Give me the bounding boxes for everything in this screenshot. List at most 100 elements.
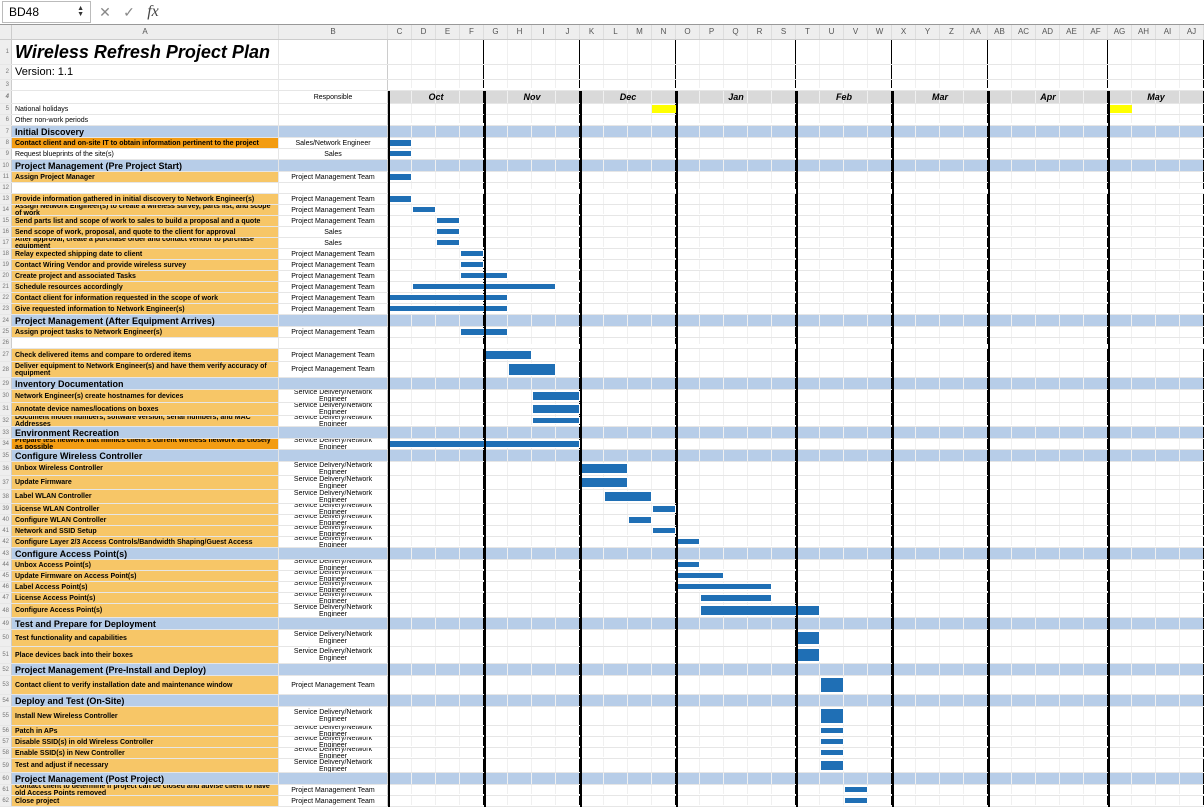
- responsible-cell[interactable]: Service Delivery/Network Engineer: [279, 403, 388, 415]
- responsible-cell[interactable]: Service Delivery/Network Engineer: [279, 416, 388, 426]
- task-name-cell[interactable]: Check delivered items and compare to ord…: [12, 349, 279, 361]
- gantt-bar[interactable]: [676, 561, 700, 568]
- col-header-b[interactable]: B: [279, 25, 388, 39]
- col-header-ah[interactable]: AH: [1132, 25, 1156, 39]
- col-header-e[interactable]: E: [436, 25, 460, 39]
- responsible-cell[interactable]: Sales: [279, 238, 388, 248]
- responsible-cell[interactable]: Project Management Team: [279, 194, 388, 204]
- col-header-l[interactable]: L: [604, 25, 628, 39]
- task-name-cell[interactable]: Prepare test network that mimics client'…: [12, 439, 279, 449]
- responsible-cell[interactable]: [279, 80, 388, 90]
- responsible-cell[interactable]: [279, 664, 388, 675]
- task-name-cell[interactable]: Initial Discovery: [12, 126, 279, 137]
- formula-input[interactable]: [167, 2, 1204, 22]
- row-header[interactable]: 55: [0, 707, 12, 725]
- task-name-cell[interactable]: Unbox Wireless Controller: [12, 462, 279, 475]
- row-header[interactable]: 52: [0, 664, 12, 675]
- task-name-cell[interactable]: Other non-work periods: [12, 115, 279, 125]
- task-name-cell[interactable]: Send scope of work, proposal, and quote …: [12, 227, 279, 237]
- responsible-cell[interactable]: [279, 427, 388, 438]
- task-name-cell[interactable]: [12, 338, 279, 348]
- row-header[interactable]: 57: [0, 737, 12, 747]
- task-name-cell[interactable]: Give requested information to Network En…: [12, 304, 279, 314]
- task-name-cell[interactable]: Install New Wireless Controller: [12, 707, 279, 725]
- responsible-cell[interactable]: [279, 450, 388, 461]
- task-name-cell[interactable]: Test functionality and capabilities: [12, 630, 279, 646]
- task-name-cell[interactable]: Document model numbers, software version…: [12, 416, 279, 426]
- gantt-bar[interactable]: [484, 350, 532, 360]
- gantt-bar[interactable]: [412, 206, 436, 213]
- responsible-cell[interactable]: Service Delivery/Network Engineer: [279, 462, 388, 475]
- task-name-cell[interactable]: Configure Wireless Controller: [12, 450, 279, 461]
- cell-ref-stepper[interactable]: ▲ ▼: [77, 6, 84, 18]
- task-name-cell[interactable]: Contact client for information requested…: [12, 293, 279, 303]
- col-header-ab[interactable]: AB: [988, 25, 1012, 39]
- row-header[interactable]: 7: [0, 126, 12, 137]
- col-header-z[interactable]: Z: [940, 25, 964, 39]
- responsible-cell[interactable]: Service Delivery/Network Engineer: [279, 571, 388, 581]
- responsible-cell[interactable]: Service Delivery/Network Engineer: [279, 630, 388, 646]
- col-header-x[interactable]: X: [892, 25, 916, 39]
- responsible-cell[interactable]: [279, 618, 388, 629]
- col-header-g[interactable]: G: [484, 25, 508, 39]
- gantt-bar[interactable]: [796, 631, 820, 645]
- gantt-bar[interactable]: [652, 527, 676, 534]
- row-header[interactable]: 17: [0, 238, 12, 248]
- row-header[interactable]: 27: [0, 349, 12, 361]
- responsible-cell[interactable]: Service Delivery/Network Engineer: [279, 526, 388, 536]
- gantt-bar[interactable]: [532, 391, 580, 401]
- row-header[interactable]: 39: [0, 504, 12, 514]
- col-header-r[interactable]: R: [748, 25, 772, 39]
- gantt-bar[interactable]: [388, 294, 508, 301]
- responsible-cell[interactable]: Project Management Team: [279, 172, 388, 182]
- responsible-cell[interactable]: Service Delivery/Network Engineer: [279, 515, 388, 525]
- gantt-bar[interactable]: [820, 708, 844, 724]
- responsible-cell[interactable]: Service Delivery/Network Engineer: [279, 560, 388, 570]
- responsible-cell[interactable]: Service Delivery/Network Engineer: [279, 707, 388, 725]
- responsible-cell[interactable]: Project Management Team: [279, 796, 388, 806]
- task-name-cell[interactable]: Assign project tasks to Network Engineer…: [12, 327, 279, 337]
- responsible-cell[interactable]: [279, 160, 388, 171]
- col-header-ae[interactable]: AE: [1060, 25, 1084, 39]
- responsible-cell[interactable]: Service Delivery/Network Engineer: [279, 737, 388, 747]
- row-header[interactable]: 9: [0, 149, 12, 159]
- responsible-cell[interactable]: Project Management Team: [279, 349, 388, 361]
- task-name-cell[interactable]: Configure Access Point(s): [12, 548, 279, 559]
- col-header-u[interactable]: U: [820, 25, 844, 39]
- row-header[interactable]: 10: [0, 160, 12, 171]
- col-header-i[interactable]: I: [532, 25, 556, 39]
- gantt-bar[interactable]: [532, 404, 580, 414]
- col-header-m[interactable]: M: [628, 25, 652, 39]
- row-header[interactable]: 40: [0, 515, 12, 525]
- col-header-v[interactable]: V: [844, 25, 868, 39]
- gantt-bar[interactable]: [820, 738, 844, 745]
- task-name-cell[interactable]: Close project: [12, 796, 279, 806]
- col-header-f[interactable]: F: [460, 25, 484, 39]
- gantt-bar[interactable]: [676, 538, 700, 545]
- gantt-bar[interactable]: [796, 648, 820, 662]
- col-header-ac[interactable]: AC: [1012, 25, 1036, 39]
- task-name-cell[interactable]: Place devices back into their boxes: [12, 647, 279, 663]
- col-header-c[interactable]: C: [388, 25, 412, 39]
- task-name-cell[interactable]: Configure Layer 2/3 Access Controls/Band…: [12, 537, 279, 547]
- task-name-cell[interactable]: Project Management (Post Project): [12, 773, 279, 784]
- task-name-cell[interactable]: Test and Prepare for Deployment: [12, 618, 279, 629]
- task-name-cell[interactable]: Update Firmware: [12, 476, 279, 489]
- task-name-cell[interactable]: [12, 91, 279, 103]
- responsible-cell[interactable]: Service Delivery/Network Engineer: [279, 504, 388, 514]
- gantt-bar[interactable]: [412, 283, 556, 290]
- col-header-q[interactable]: Q: [724, 25, 748, 39]
- row-header[interactable]: 35: [0, 450, 12, 461]
- task-name-cell[interactable]: Contact client and on-site IT to obtain …: [12, 138, 279, 148]
- responsible-cell[interactable]: Project Management Team: [279, 362, 388, 377]
- row-header[interactable]: 51: [0, 647, 12, 663]
- row-header[interactable]: 22: [0, 293, 12, 303]
- spreadsheet-grid[interactable]: A B CDEFGHIJKLMNOPQRSTUVWXYZAAABACADAEAF…: [0, 25, 1204, 807]
- gantt-bar[interactable]: [436, 217, 460, 224]
- responsible-cell[interactable]: [279, 40, 388, 64]
- row-header[interactable]: 3: [0, 80, 12, 90]
- gantt-bar[interactable]: [436, 239, 460, 246]
- responsible-cell[interactable]: Service Delivery/Network Engineer: [279, 748, 388, 758]
- row-header[interactable]: 2: [0, 65, 12, 79]
- gantt-bar[interactable]: [460, 328, 508, 336]
